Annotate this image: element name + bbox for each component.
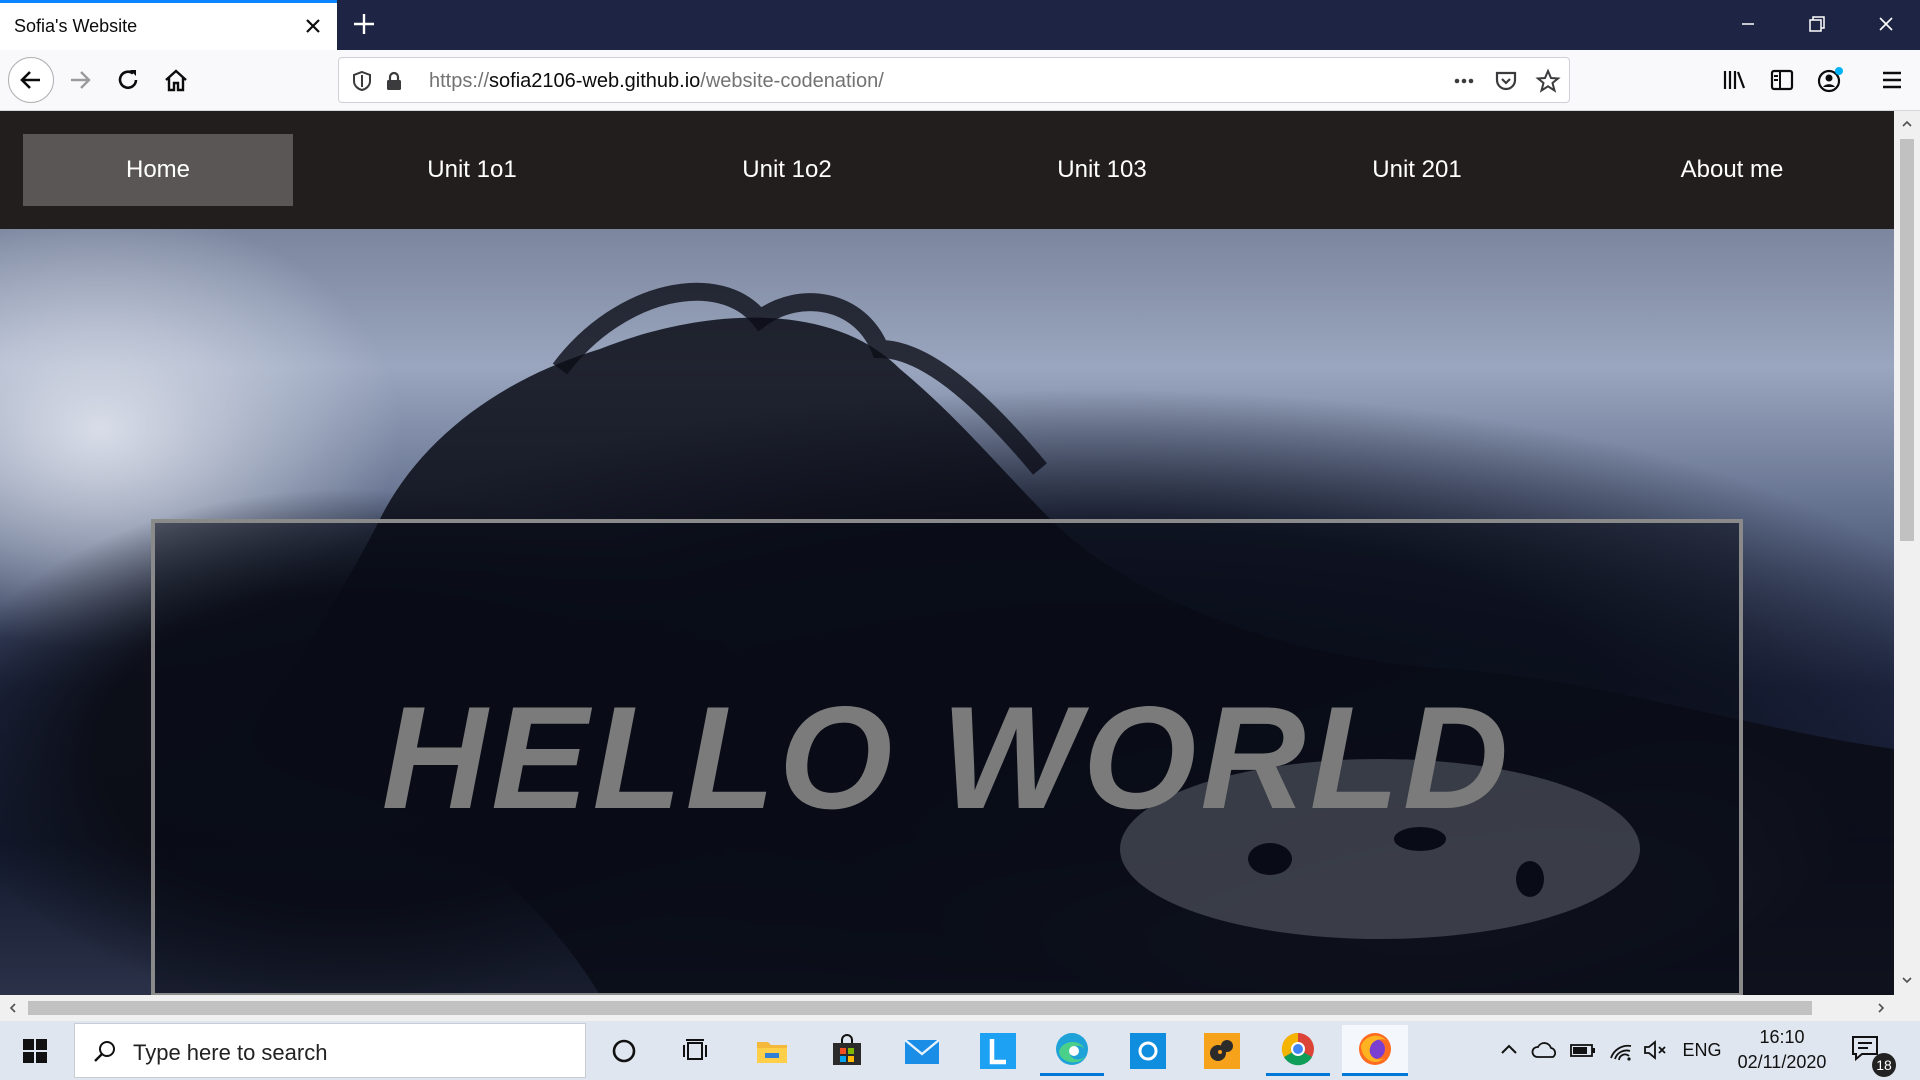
pocket-icon[interactable] (1491, 66, 1521, 96)
browser-tab-bar: Sofia's Website (0, 0, 1920, 50)
game-app-icon[interactable] (1190, 1025, 1254, 1076)
taskbar-search-box[interactable]: Type here to search (74, 1023, 586, 1078)
nav-unit-1o2[interactable]: Unit 1o2 (652, 134, 922, 206)
task-view-icon[interactable] (664, 1025, 728, 1076)
nav-unit-201[interactable]: Unit 201 (1282, 134, 1552, 206)
scroll-down-icon[interactable] (1900, 973, 1914, 987)
account-icon[interactable] (1810, 60, 1850, 100)
reload-button[interactable] (108, 60, 148, 100)
chrome-icon[interactable] (1266, 1025, 1330, 1076)
system-clock[interactable]: 16:10 02/11/2020 (1728, 1025, 1836, 1075)
mail-icon[interactable] (890, 1025, 954, 1076)
volume-muted-icon[interactable] (1640, 1035, 1670, 1065)
nav-unit-103[interactable]: Unit 103 (967, 134, 1237, 206)
store-icon[interactable] (815, 1025, 879, 1076)
file-explorer-icon[interactable] (740, 1025, 804, 1076)
edge-icon[interactable] (1040, 1025, 1104, 1076)
lock-icon[interactable] (379, 66, 409, 96)
forward-button[interactable] (60, 60, 100, 100)
tracking-shield-icon[interactable] (347, 66, 377, 96)
horizontal-scroll-thumb[interactable] (28, 1001, 1812, 1015)
nav-unit-1o1[interactable]: Unit 1o1 (337, 134, 607, 206)
hero-background-image: HELLO WORLD (0, 229, 1894, 995)
forward-arrow-icon (71, 71, 91, 89)
site-navigation: Home Unit 1o1 Unit 1o2 Unit 103 Unit 201… (0, 111, 1894, 229)
start-button[interactable] (0, 1021, 70, 1080)
window-close-icon[interactable] (1856, 0, 1916, 50)
scroll-left-icon[interactable] (6, 1001, 20, 1015)
home-button[interactable] (156, 60, 196, 100)
scroll-right-icon[interactable] (1874, 1001, 1888, 1015)
menu-icon[interactable] (1872, 60, 1912, 100)
wifi-icon[interactable] (1606, 1035, 1636, 1065)
back-arrow-icon (20, 71, 40, 89)
vertical-scroll-thumb[interactable] (1900, 139, 1914, 541)
action-center-button[interactable]: 18 (1850, 1033, 1896, 1077)
windows-logo-icon (23, 1038, 47, 1063)
back-button[interactable] (8, 57, 54, 103)
horizontal-scrollbar[interactable] (0, 995, 1894, 1021)
search-icon (94, 1041, 115, 1062)
battery-icon[interactable] (1568, 1035, 1598, 1065)
clock-date: 02/11/2020 (1737, 1052, 1827, 1072)
bookmark-star-icon[interactable] (1533, 66, 1563, 96)
onedrive-icon[interactable] (1530, 1035, 1560, 1065)
search-placeholder: Type here to search (133, 1040, 328, 1065)
page-actions-icon[interactable] (1449, 66, 1479, 96)
hero-title: HELLO WORLD (381, 676, 1513, 839)
restore-icon[interactable] (1786, 0, 1846, 50)
browser-tab[interactable]: Sofia's Website (0, 0, 337, 50)
scrollbar-corner (1894, 995, 1920, 1021)
tab-close-icon[interactable] (300, 13, 326, 39)
firefox-icon[interactable] (1342, 1025, 1408, 1076)
l-app-icon[interactable] (966, 1025, 1030, 1076)
page-viewport: Home Unit 1o1 Unit 1o2 Unit 103 Unit 201… (0, 111, 1894, 995)
home-icon (165, 69, 187, 92)
url-bar[interactable]: https://sofia2106-web.github.io/website-… (338, 57, 1570, 103)
windows-taskbar: Type here to search ENG 16:10 02/11/2020… (0, 1021, 1920, 1080)
cortana-icon[interactable] (592, 1025, 656, 1076)
hero-banner: HELLO WORLD (151, 519, 1743, 995)
browser-toolbar: https://sofia2106-web.github.io/website-… (0, 50, 1920, 111)
url-host: sofia2106-web.github.io (489, 70, 701, 92)
tab-title: Sofia's Website (14, 16, 138, 36)
notification-count-badge: 18 (1872, 1053, 1896, 1077)
scroll-up-icon[interactable] (1900, 117, 1914, 131)
library-icon[interactable] (1714, 60, 1754, 100)
nav-home[interactable]: Home (23, 134, 293, 206)
new-tab-icon[interactable] (348, 8, 380, 40)
vertical-scrollbar[interactable] (1894, 111, 1920, 995)
url-text[interactable]: https://sofia2106-web.github.io/website-… (429, 70, 884, 93)
sidebar-icon[interactable] (1762, 60, 1802, 100)
clock-time: 16:10 (1759, 1027, 1805, 1047)
url-path: /website-codenation/ (700, 70, 884, 92)
show-hidden-icons-icon[interactable] (1496, 1035, 1522, 1065)
reload-icon (118, 70, 138, 89)
minimize-icon[interactable] (1718, 0, 1778, 50)
o-app-icon[interactable] (1116, 1025, 1180, 1076)
input-language[interactable]: ENG (1680, 1035, 1724, 1065)
url-scheme: https:// (429, 70, 490, 92)
nav-about-me[interactable]: About me (1597, 134, 1867, 206)
